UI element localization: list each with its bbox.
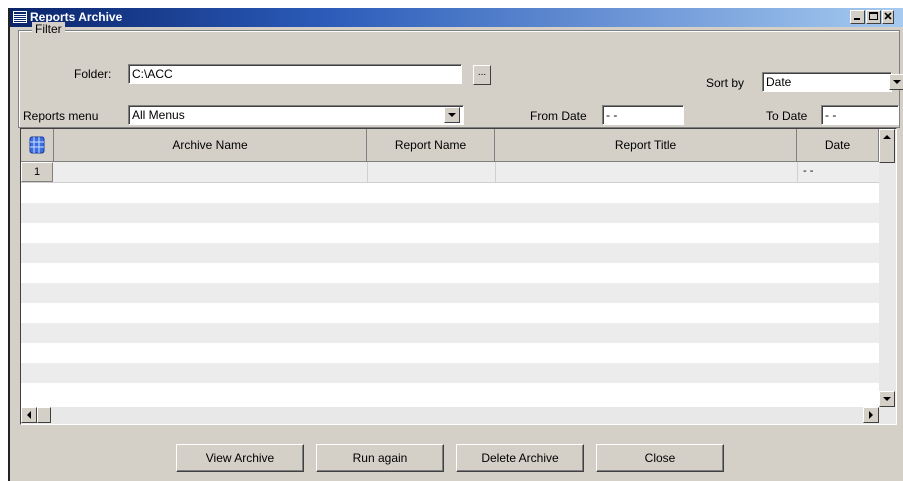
- to-date-field[interactable]: - -: [821, 105, 899, 125]
- delete-archive-button[interactable]: Delete Archive: [456, 444, 584, 472]
- filter-group-label: Filter: [32, 22, 65, 36]
- vertical-scrollbar[interactable]: [879, 129, 896, 424]
- arrow-up-icon: [883, 135, 891, 139]
- reports-menu-dropdown-arrow[interactable]: [444, 107, 460, 123]
- sort-by-select[interactable]: Date: [762, 72, 892, 92]
- maximize-icon: [869, 12, 878, 20]
- reports-menu-select[interactable]: All Menus: [128, 105, 464, 125]
- grid-select-all-icon: [29, 136, 45, 154]
- column-header-report-name[interactable]: Report Name: [367, 129, 495, 162]
- arrow-down-icon: [883, 397, 891, 401]
- horizontal-scrollbar[interactable]: [21, 407, 879, 424]
- window-icon: [13, 11, 27, 23]
- column-header-report-title[interactable]: Report Title: [495, 129, 797, 162]
- close-button[interactable]: Close: [596, 444, 724, 472]
- sort-by-dropdown-arrow[interactable]: [889, 74, 903, 90]
- empty-row: [21, 243, 879, 263]
- scroll-right-button[interactable]: [863, 407, 879, 423]
- empty-row: [21, 323, 879, 343]
- row-number[interactable]: 1: [21, 162, 53, 182]
- horizontal-scroll-thumb[interactable]: [37, 407, 51, 423]
- date-cell[interactable]: - -: [803, 165, 813, 177]
- view-archive-button[interactable]: View Archive: [176, 444, 304, 472]
- cell-divider: [367, 162, 368, 182]
- table-row[interactable]: 1 - -: [21, 162, 879, 183]
- from-date-field[interactable]: - -: [602, 105, 684, 125]
- arrow-right-icon: [869, 411, 873, 419]
- folder-browse-button[interactable]: ...: [473, 65, 491, 85]
- from-date-label: From Date: [530, 109, 587, 123]
- grid-corner[interactable]: [21, 129, 54, 162]
- column-header-date[interactable]: Date: [797, 129, 879, 162]
- scroll-down-button[interactable]: [879, 391, 895, 407]
- sort-by-label: Sort by: [706, 76, 745, 90]
- folder-label: Folder:: [74, 67, 112, 81]
- column-header-archive-name[interactable]: Archive Name: [54, 129, 367, 162]
- empty-row: [21, 203, 879, 223]
- cell-divider: [495, 162, 496, 182]
- archive-grid[interactable]: Archive Name Report Name Report Title Da…: [20, 128, 897, 425]
- reports-menu-label: Reports menu: [23, 109, 99, 123]
- reports-archive-window: Reports Archive Filter Folder: C:\ACC ..…: [8, 8, 903, 481]
- close-icon: [884, 12, 892, 20]
- minimize-icon: [854, 18, 860, 20]
- title-bar[interactable]: Reports Archive: [10, 8, 903, 27]
- close-window-button[interactable]: [882, 10, 894, 24]
- arrow-left-icon: [27, 411, 31, 419]
- run-again-button[interactable]: Run again: [316, 444, 444, 472]
- to-date-label: To Date: [766, 109, 808, 123]
- minimize-button[interactable]: [850, 10, 865, 24]
- folder-field[interactable]: C:\ACC: [128, 64, 462, 84]
- scroll-left-button[interactable]: [21, 407, 37, 423]
- maximize-button[interactable]: [866, 10, 881, 24]
- empty-row: [21, 363, 879, 383]
- empty-row: [21, 283, 879, 303]
- scroll-up-button[interactable]: [879, 129, 895, 163]
- cell-divider: [797, 162, 798, 182]
